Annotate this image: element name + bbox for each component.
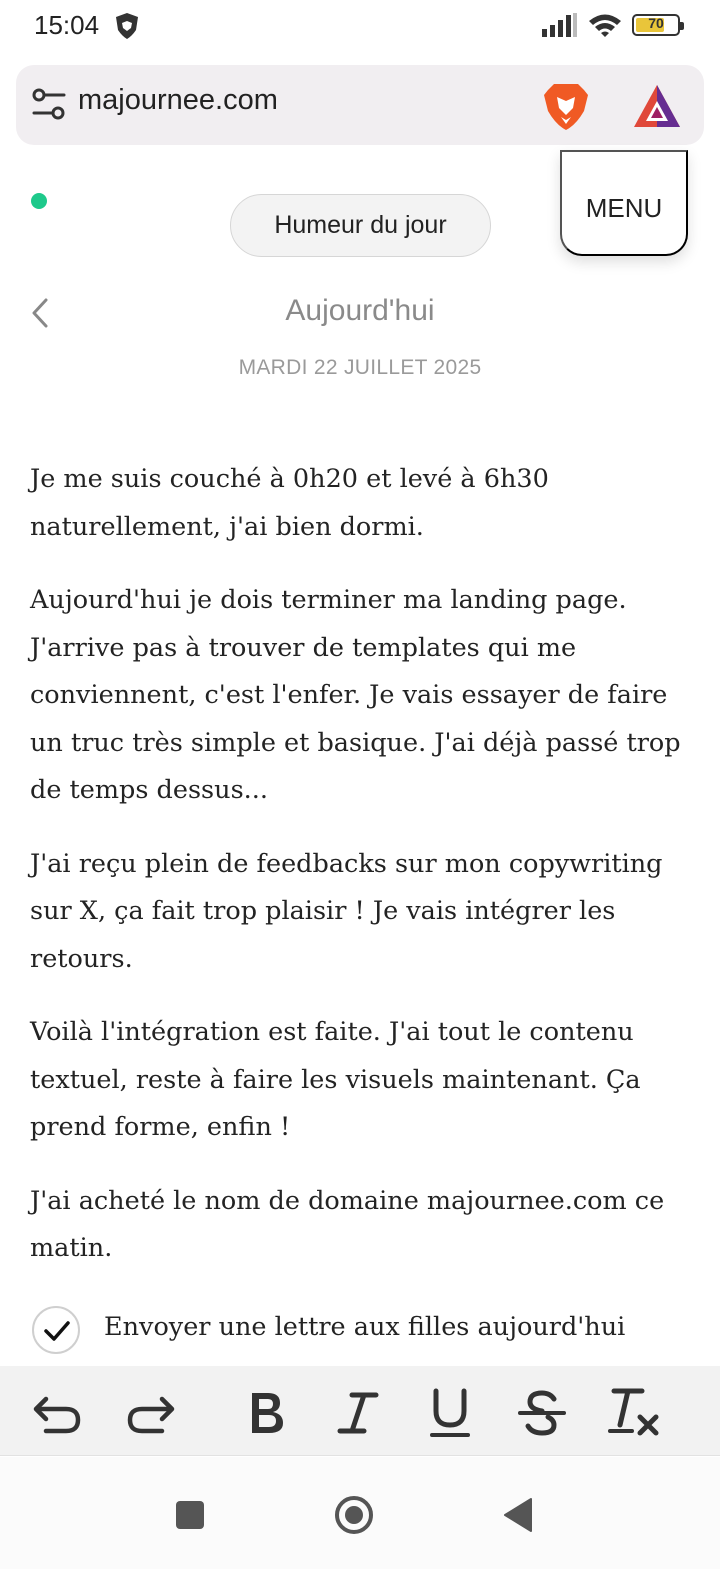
online-status-dot xyxy=(31,193,47,209)
menu-button[interactable]: MENU xyxy=(560,150,688,256)
bat-rewards-icon[interactable] xyxy=(632,83,682,129)
todo-label[interactable]: Envoyer une lettre aux filles aujourd'hu… xyxy=(104,1312,625,1342)
back-nav-button[interactable] xyxy=(498,1495,538,1535)
home-icon xyxy=(335,1496,373,1534)
site-settings-icon[interactable] xyxy=(32,87,66,123)
strikethrough-icon xyxy=(518,1390,566,1436)
battery-icon: 70 xyxy=(632,14,684,36)
strikethrough-button[interactable] xyxy=(514,1386,570,1440)
italic-icon xyxy=(337,1392,379,1434)
bold-icon xyxy=(252,1393,283,1433)
brave-shield-icon xyxy=(116,13,138,39)
brave-lion-icon[interactable] xyxy=(542,81,590,131)
recents-icon xyxy=(176,1501,204,1529)
battery-level: 70 xyxy=(648,15,664,31)
cellular-signal-icon xyxy=(542,13,577,37)
undo-button[interactable] xyxy=(30,1386,86,1440)
back-nav-icon xyxy=(504,1498,532,1532)
todo-item: Envoyer une lettre aux filles aujourd'hu… xyxy=(32,1306,702,1356)
clear-format-icon xyxy=(608,1388,659,1436)
redo-button[interactable] xyxy=(122,1386,178,1440)
journal-paragraph[interactable]: J'ai reçu plein de feedbacks sur mon cop… xyxy=(30,841,696,984)
system-nav-bar xyxy=(0,1457,720,1569)
home-button[interactable] xyxy=(334,1495,374,1535)
underline-icon xyxy=(430,1388,470,1437)
underline-button[interactable] xyxy=(422,1386,478,1440)
wifi-icon xyxy=(589,14,621,37)
journal-paragraph[interactable]: Aujourd'hui je dois terminer ma landing … xyxy=(30,577,696,815)
redo-icon xyxy=(127,1396,175,1434)
address-bar[interactable]: majournee.com xyxy=(16,65,704,145)
journal-paragraph[interactable]: J'ai acheté le nom de domaine majournee.… xyxy=(30,1178,696,1273)
checkmark-icon xyxy=(44,1321,70,1341)
status-icons: 70 xyxy=(542,12,684,38)
undo-icon xyxy=(33,1396,81,1434)
day-date: MARDI 22 JUILLET 2025 xyxy=(238,356,482,379)
italic-button[interactable] xyxy=(330,1386,386,1440)
todo-checkbox[interactable] xyxy=(32,1306,80,1354)
formatting-toolbar xyxy=(0,1366,720,1456)
status-time: 15:04 xyxy=(34,10,100,40)
bold-button[interactable] xyxy=(238,1386,294,1440)
status-bar: 15:04 70 xyxy=(0,0,720,56)
recents-button[interactable] xyxy=(170,1495,210,1535)
clear-format-button[interactable] xyxy=(606,1386,662,1440)
day-title: Aujourd'hui xyxy=(285,294,435,327)
mood-of-day-button[interactable]: Humeur du jour xyxy=(230,194,491,257)
journal-paragraph[interactable]: Voilà l'intégration est faite. J'ai tout… xyxy=(30,1009,696,1152)
url-text[interactable]: majournee.com xyxy=(78,84,278,117)
journal-paragraph[interactable]: Je me suis couché à 0h20 et levé à 6h30 … xyxy=(30,456,696,551)
journal-editor[interactable]: Je me suis couché à 0h20 et levé à 6h30 … xyxy=(30,456,696,1299)
